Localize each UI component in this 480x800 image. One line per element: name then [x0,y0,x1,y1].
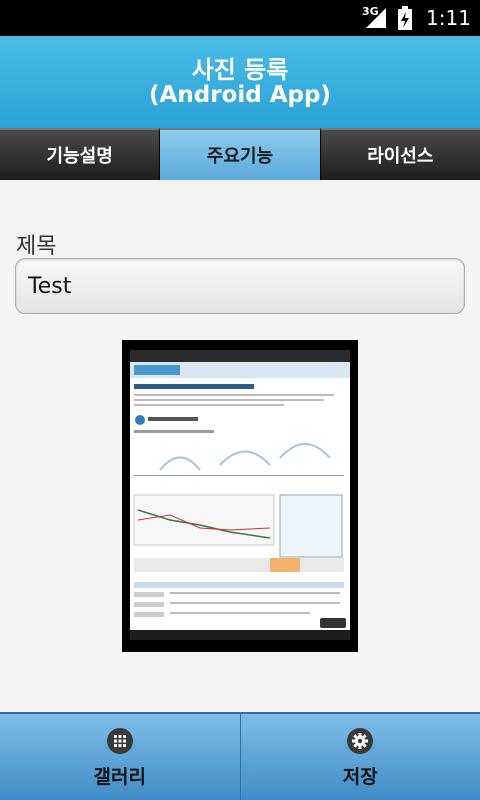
signal-icon [366,8,386,28]
bottom-action-bar: 갤러리 저장 [0,712,480,800]
gallery-button[interactable]: 갤러리 [0,712,240,800]
app-header: 사진 등록 (Android App) [0,36,480,128]
status-bar: 3G 1:11 [0,0,480,36]
tab-features-description[interactable]: 기능설명 [0,128,160,180]
tab-license[interactable]: 라이선스 [319,128,480,180]
photo-preview[interactable] [122,340,358,652]
page-title: 사진 등록 [191,56,289,84]
photo-thumbnail [130,350,350,640]
document-image [130,350,350,640]
grid-icon [106,728,133,754]
battery-icon [398,6,412,30]
page-subtitle: (Android App) [149,82,331,108]
tab-bar: 기능설명 주요기능 라이선스 [0,128,480,180]
title-label: 제목 [16,234,57,259]
clock: 1:11 [426,6,471,30]
gallery-label: 갤러리 [93,766,146,788]
save-label: 저장 [342,766,378,788]
gear-icon [347,728,374,754]
tab-main-features[interactable]: 주요기능 [159,128,320,180]
title-input[interactable] [15,258,465,314]
save-button[interactable]: 저장 [239,712,480,800]
